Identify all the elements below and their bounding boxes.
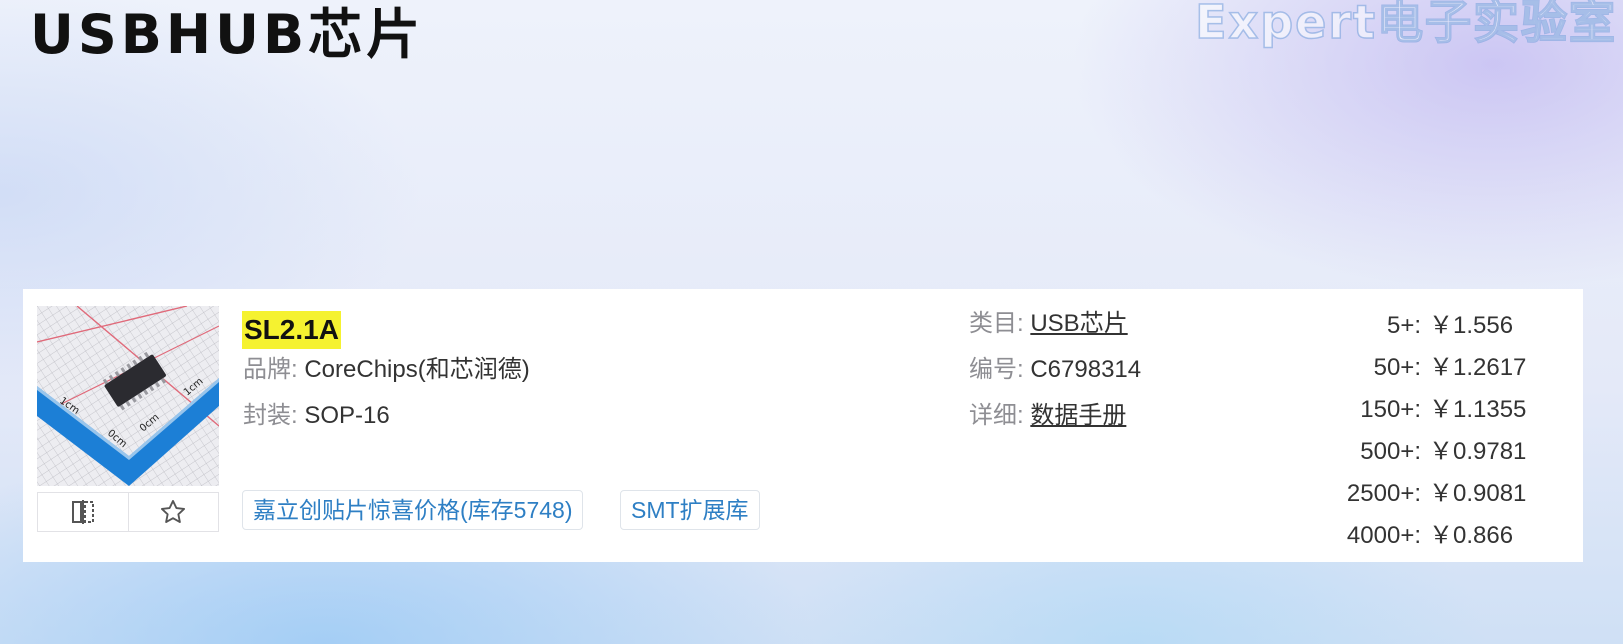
code-value: C6798314 (1030, 356, 1142, 383)
product-image[interactable]: 1cm 1cm 0cm 0cm (37, 306, 219, 486)
price-value: ￥1.556 (1429, 312, 1514, 339)
smt-library-tag[interactable]: SMT扩展库 (620, 490, 760, 530)
package-row: 封装: SOP-16 (243, 400, 390, 432)
detail-label: 详细: (969, 402, 1024, 429)
jlc-price-tag[interactable]: 嘉立创贴片惊喜价格(库存5748) (242, 490, 584, 530)
watermark-text: Expert电子实验室 (1194, 0, 1617, 50)
star-icon[interactable] (127, 493, 219, 531)
price-row: 150+: ￥1.1355 (1277, 389, 1537, 431)
category-link[interactable]: USB芯片 (1030, 310, 1127, 337)
price-ladder: 5+: ￥1.556 50+: ￥1.2617 150+: ￥1.1355 50… (1277, 305, 1537, 557)
price-value: ￥1.2617 (1429, 354, 1527, 381)
brand-label: 品牌: (243, 356, 298, 383)
price-qty: 2500+: (1346, 480, 1421, 507)
product-card: 1cm 1cm 0cm 0cm SL2.1A 品牌: CoreChips(和芯润… (23, 289, 1583, 562)
page-title: USBHUB芯片 (30, 3, 425, 66)
price-qty: 50+: (1373, 354, 1421, 381)
price-value: ￥0.9781 (1429, 438, 1527, 465)
price-row: 2500+: ￥0.9081 (1277, 473, 1537, 515)
image-actions (37, 492, 219, 532)
code-label: 编号: (969, 356, 1024, 383)
price-qty: 500+: (1360, 438, 1421, 465)
price-value: ￥0.866 (1429, 522, 1514, 549)
price-row: 500+: ￥0.9781 (1277, 431, 1537, 473)
brand-value: CoreChips(和芯润德) (304, 356, 530, 383)
code-row: 编号: C6798314 (969, 354, 1141, 386)
price-value: ￥1.1355 (1429, 396, 1527, 423)
chip-photo-illustration: 1cm 1cm 0cm 0cm (37, 306, 219, 486)
category-row: 类目: USB芯片 (969, 308, 1128, 340)
detail-row: 详细: 数据手册 (969, 400, 1126, 432)
package-label: 封装: (243, 402, 298, 429)
brand-row: 品牌: CoreChips(和芯润德) (243, 354, 530, 386)
price-qty: 5+: (1386, 312, 1421, 339)
price-row: 4000+: ￥0.866 (1277, 515, 1537, 557)
compare-icon[interactable] (38, 493, 128, 531)
price-qty: 150+: (1360, 396, 1421, 423)
part-number[interactable]: SL2.1A (242, 311, 341, 349)
price-row: 50+: ￥1.2617 (1277, 347, 1537, 389)
price-qty: 4000+: (1346, 522, 1421, 549)
price-row: 5+: ￥1.556 (1277, 305, 1537, 347)
category-label: 类目: (969, 310, 1024, 337)
datasheet-link[interactable]: 数据手册 (1030, 402, 1126, 429)
package-value: SOP-16 (304, 402, 390, 429)
price-value: ￥0.9081 (1429, 480, 1527, 507)
